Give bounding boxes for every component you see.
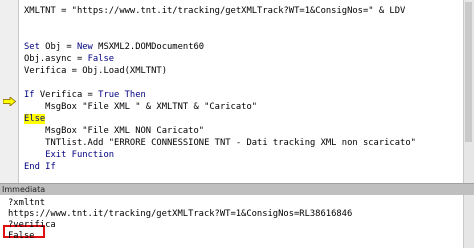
immediate-line[interactable]: https://www.tnt.it/tracking/getXMLTrack?… [8,208,352,220]
keyword-token: Exit Function [45,150,115,160]
editor-vertical-scrollbar[interactable] [463,0,474,183]
code-line[interactable]: Set Obj = New MSXML2.DOMDocument60 [24,41,204,53]
immediate-line[interactable]: False [8,230,34,242]
keyword-token: Set [24,42,40,52]
code-token: Obj.async = [24,54,88,64]
code-token: MsgBox "File XML " & XMLTNT & "Caricato" [24,102,258,112]
code-token: Obj = [39,42,77,52]
keyword-token: True [98,90,120,100]
code-line[interactable]: End If [24,161,56,173]
margin-indicator-bar[interactable] [0,0,19,183]
keyword-token: False [87,54,115,64]
code-token: TNTlist.Add "ERRORE CONNESSIONE TNT - Da… [24,138,416,148]
code-line[interactable]: XMLTNT = "https://www.tnt.it/tracking/ge… [24,5,405,17]
code-line[interactable]: MsgBox "File XML NON Caricato" [24,125,204,137]
code-line[interactable]: MsgBox "File XML " & XMLTNT & "Caricato" [24,101,257,113]
code-line[interactable]: TNTlist.Add "ERRORE CONNESSIONE TNT - Da… [24,137,416,149]
code-token: XMLTNT = "https://www.tnt.it/tracking/ge… [24,6,406,16]
keyword-token: New [76,42,93,52]
scrollbar-thumb[interactable] [465,2,472,142]
immediate-vertical-scrollbar[interactable] [463,195,474,248]
keyword-token: End If [24,162,56,172]
code-token: Verifica = [34,90,99,100]
code-line[interactable]: Obj.async = False [24,53,114,65]
execution-arrow-icon [3,97,16,106]
code-editor[interactable]: XMLTNT = "https://www.tnt.it/tracking/ge… [0,0,474,183]
current-statement-token: Else [24,114,46,124]
code-token: Verifica = Obj.Load(XMLTNT) [24,66,167,76]
code-line[interactable]: Verifica = Obj.Load(XMLTNT) [24,65,167,77]
immediate-window[interactable]: ?xmltnt https://www.tnt.it/tracking/getXM… [0,195,474,248]
code-line[interactable]: If Verifica = True Then [24,89,146,101]
code-lines[interactable]: XMLTNT = "https://www.tnt.it/tracking/ge… [24,0,464,183]
code-token: MsgBox "File XML NON Caricato" [24,126,205,136]
code-token: MSXML2.DOMDocument60 [92,42,205,52]
keyword-token: Then [124,90,146,100]
code-line[interactable]: Else [24,113,46,125]
code-line[interactable]: Exit Function [24,149,114,161]
keyword-token: If [24,90,35,100]
immediate-window-title: Immediata [2,185,46,194]
